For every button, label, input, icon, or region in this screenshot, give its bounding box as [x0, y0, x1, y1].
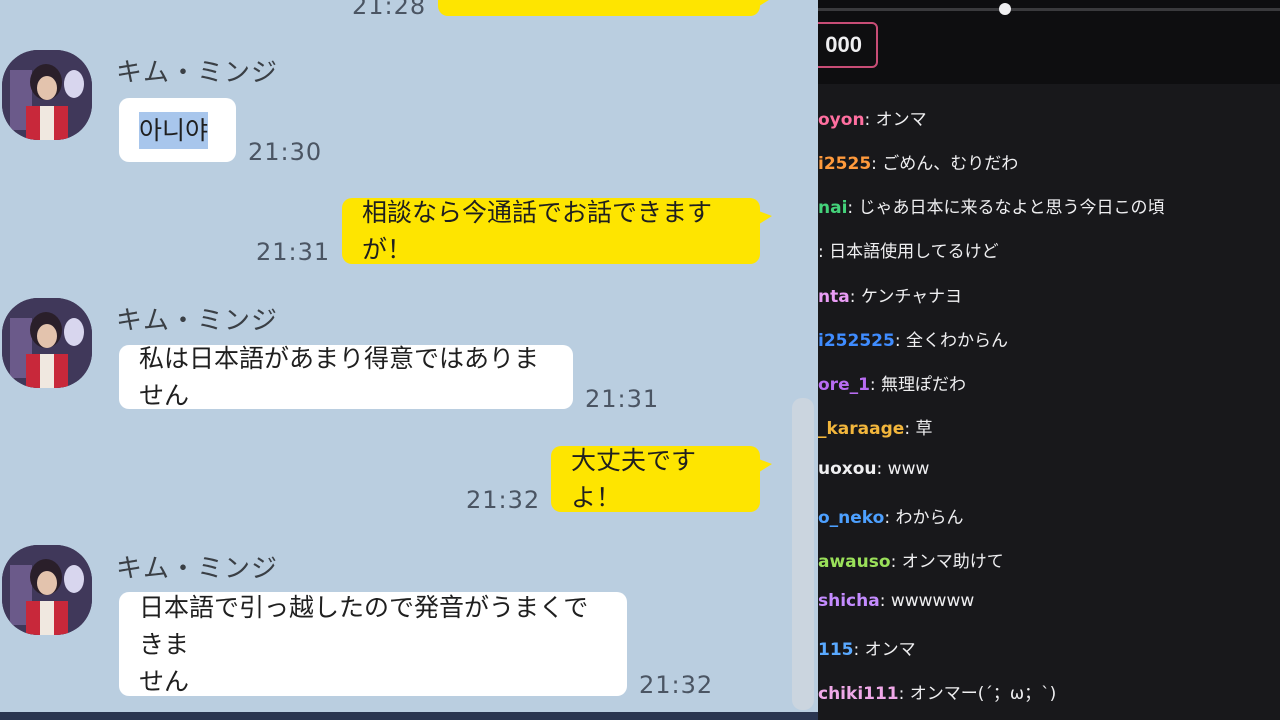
chat-message: 115: オンマ: [818, 635, 916, 660]
chat-text: : オンマ: [853, 640, 916, 660]
chat-username[interactable]: chiki111: [818, 684, 899, 704]
chat-username[interactable]: nta: [818, 287, 850, 307]
chat-text: : わからん: [884, 508, 964, 528]
incoming-message-bubble[interactable]: 아니야: [119, 98, 236, 162]
chat-username[interactable]: shicha: [818, 591, 880, 611]
chat-text: : 日本語使用してるけど: [818, 242, 999, 262]
message-time: 21:31: [256, 238, 331, 266]
sender-name: キム・ミンジ: [116, 306, 279, 336]
taskbar-strip: [0, 712, 820, 720]
chat-text: : 全くわからん: [894, 331, 1008, 351]
chat-username[interactable]: i2525: [818, 154, 871, 174]
chat-header: 000: [818, 0, 1280, 84]
sender-name: キム・ミンジ: [116, 554, 279, 584]
chat-text: : www: [876, 459, 930, 479]
avatar-image: [2, 50, 92, 140]
chat-message: uoxou: www: [818, 459, 929, 479]
chat-text: : オンマ助けて: [890, 552, 1004, 572]
avatar[interactable]: [2, 298, 92, 388]
chat-message: i252525: 全くわからん: [818, 326, 1008, 351]
chat-message: i2525: ごめん、むりだわ: [818, 149, 1018, 174]
sender-name: キム・ミンジ: [116, 58, 279, 88]
message-text: 相談なら今通話でお話できますが！: [362, 198, 713, 264]
message-time: 21:28: [352, 0, 427, 20]
chat-message: nta: ケンチャナヨ: [818, 282, 962, 307]
chat-username[interactable]: uoxou: [818, 459, 877, 479]
chat-text: : オンマ: [864, 110, 927, 130]
chat-text: : 無理ぽだわ: [869, 375, 967, 395]
message-text: 아니야: [139, 111, 209, 149]
chat-username[interactable]: 115: [818, 640, 854, 660]
chat-message: awauso: オンマ助けて: [818, 547, 1004, 572]
message-time: 21:31: [585, 385, 660, 413]
chat-message: ore_1: 無理ぽだわ: [818, 370, 966, 395]
avatar-image: [2, 298, 92, 388]
message-time: 21:30: [248, 138, 323, 166]
message-text: 私は日本語があまり得意ではありません: [139, 344, 540, 410]
chat-username[interactable]: awauso: [818, 552, 891, 572]
progress-handle[interactable]: [999, 3, 1011, 15]
stream-chat-panel: 000 oyon: オンマ i2525: ごめん、むりだわ nai: じゃあ日本…: [818, 0, 1280, 720]
avatar-image: [2, 545, 92, 635]
chat-text: : オンマー(´；ω；`): [898, 684, 1057, 704]
message-text: 大丈夫ですよ！: [571, 446, 697, 512]
outgoing-bubble-partial: [438, 0, 772, 16]
incoming-message-bubble[interactable]: 私は日本語があまり得意ではありません: [119, 344, 573, 410]
outgoing-message-bubble[interactable]: 相談なら今通話でお話できますが！: [342, 198, 772, 264]
progress-track: [818, 8, 1280, 11]
chat-text: : wwwwww: [879, 591, 975, 611]
chat-message: shicha: wwwwww: [818, 591, 974, 611]
scrollbar-thumb[interactable]: [792, 398, 814, 710]
chat-username[interactable]: nai: [818, 198, 847, 218]
chat-username[interactable]: i252525: [818, 331, 895, 351]
chat-username[interactable]: ore_1: [818, 375, 870, 395]
chat-message: o_neko: わからん: [818, 503, 963, 528]
chat-username[interactable]: oyon: [818, 110, 865, 130]
chat-username[interactable]: o_neko: [818, 508, 884, 528]
message-text-line: せん: [139, 666, 190, 696]
points-counter[interactable]: 000: [818, 22, 878, 68]
avatar[interactable]: [2, 50, 92, 140]
chat-text: : ごめん、むりだわ: [871, 154, 1019, 174]
chat-message: chiki111: オンマー(´；ω；`): [818, 679, 1056, 704]
incoming-message-bubble[interactable]: 日本語で引っ越したので発音がうまくできま せん: [119, 592, 627, 696]
chat-message: _karaage: 草: [818, 414, 932, 439]
outgoing-message-bubble[interactable]: 大丈夫ですよ！: [551, 446, 772, 512]
chat-text: : 草: [904, 419, 933, 439]
message-time: 21:32: [639, 671, 714, 699]
chat-text: : ケンチャナヨ: [849, 287, 963, 307]
chat-message: : 日本語使用してるけど: [818, 237, 999, 262]
chat-message: oyon: オンマ: [818, 105, 927, 130]
message-text-line: 日本語で引っ越したので発音がうまくできま: [139, 592, 589, 659]
avatar[interactable]: [2, 545, 92, 635]
chat-username[interactable]: _karaage: [818, 419, 904, 439]
message-time: 21:32: [466, 486, 541, 514]
messenger-window: 21:28 キム・ミンジ 아니야 21:30 21:31 相談なら今通話でお話で…: [0, 0, 818, 712]
chat-text: : じゃあ日本に来るなよと思う今日この頃: [847, 198, 1165, 218]
chat-message: nai: じゃあ日本に来るなよと思う今日この頃: [818, 193, 1165, 218]
